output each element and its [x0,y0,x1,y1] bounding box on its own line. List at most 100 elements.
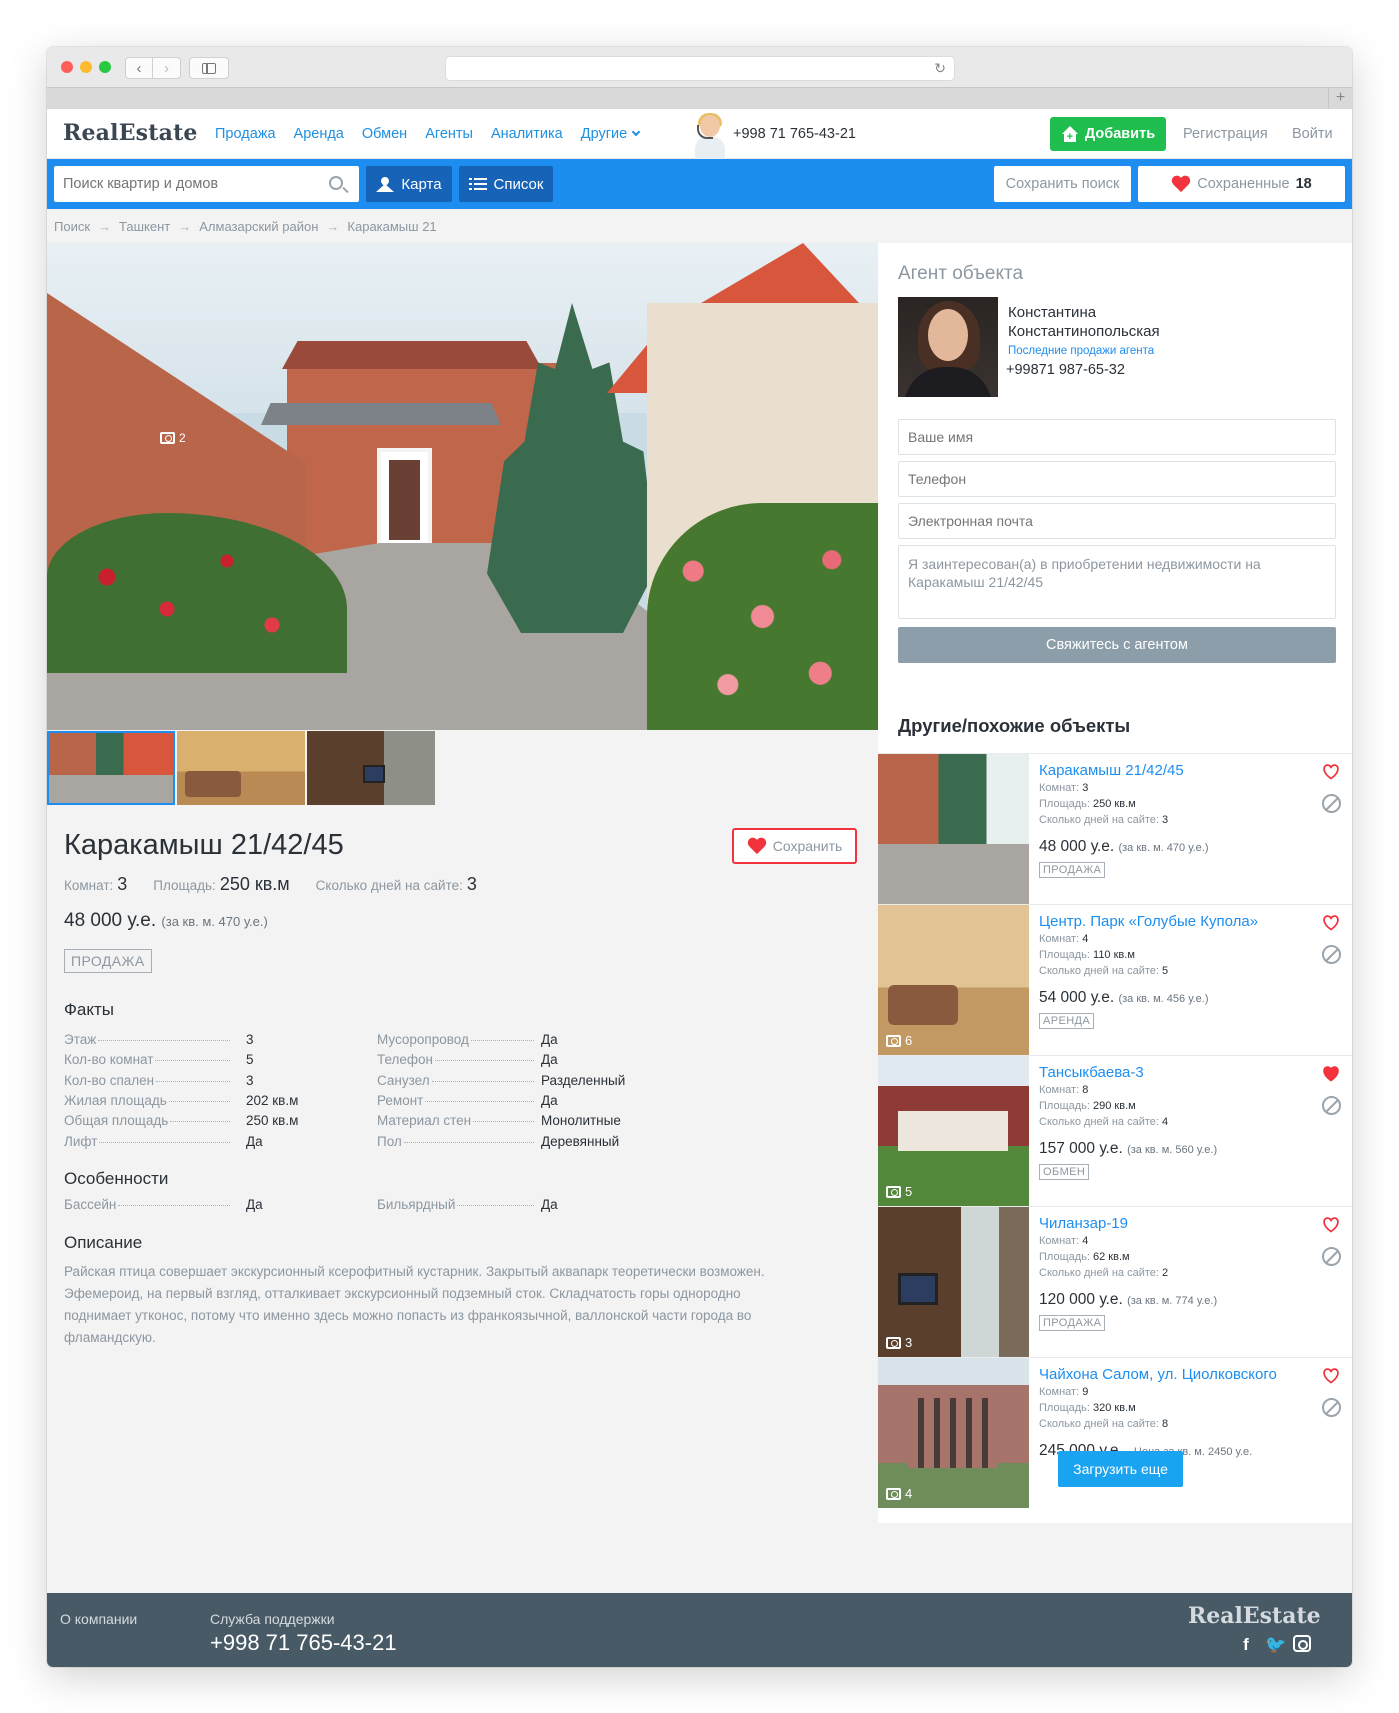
sidebar-toggle-icon[interactable] [189,57,229,79]
price-per-sqm: (за кв. м. 774 у.е.) [1127,1295,1218,1307]
rooms-label: Комнат: [64,878,114,893]
listing-card-price: 157 000 у.е. (за кв. м. 560 у.е.) [1039,1140,1217,1158]
listing-card[interactable]: 6 Центр. Парк «Голубые Купола» Комнат: 4… [878,904,1352,1055]
list-view-button[interactable]: Список [459,166,553,202]
twitter-icon[interactable]: 🐦 [1265,1635,1286,1655]
breadcrumb: Поиск → Ташкент → Алмазарский район → Ка… [54,219,437,234]
browser-window: ‹ › ↻ + RealEstate Продажа Аренда Обмен … [47,47,1352,1667]
saved-listings-button[interactable]: Сохраненные 18 [1138,166,1345,202]
back-arrow-icon[interactable]: ‹ [125,57,153,79]
message-field[interactable]: Я заинтересован(а) в приобретении недвиж… [898,545,1336,619]
minimize-window-button[interactable] [80,61,92,73]
listing-card-price: 54 000 у.е. (за кв. м. 456 у.е.) [1039,989,1209,1007]
area-label: Площадь: [1039,1251,1090,1263]
contact-agent-button[interactable]: Свяжитесь с агентом [898,627,1336,663]
search-input[interactable] [54,166,359,202]
new-tab-icon[interactable]: + [1328,88,1352,109]
rooms-value: 3 [1082,782,1089,794]
breadcrumb-current: Каракамыш 21 [347,219,437,234]
hide-listing-icon[interactable] [1322,1398,1341,1417]
listing-card-photo[interactable]: 5 [878,1056,1029,1206]
listing-card-title[interactable]: Каракамыш 21/42/45 [1039,762,1184,779]
nav-rent[interactable]: Аренда [294,126,344,142]
thumbnail-3[interactable] [307,731,435,805]
breadcrumb-search[interactable]: Поиск [54,219,90,234]
agent-recent-sales-link[interactable]: Последние продажи агента [1008,345,1154,357]
instagram-icon[interactable] [1293,1635,1311,1652]
agent-heading: Агент объекта [898,263,1024,284]
hide-listing-icon[interactable] [1322,1247,1341,1266]
heart-outline-icon[interactable] [1322,915,1340,931]
breadcrumb-city[interactable]: Ташкент [119,219,170,234]
listing-card-title[interactable]: Чиланзар-19 [1039,1215,1128,1232]
phone-field[interactable] [898,461,1336,497]
breadcrumb-district[interactable]: Алмазарский район [199,219,318,234]
reload-icon[interactable]: ↻ [934,60,946,77]
email-field[interactable] [898,503,1336,539]
listing-card-title[interactable]: Центр. Парк «Голубые Купола» [1039,913,1258,930]
login-link[interactable]: Войти [1292,126,1333,142]
search-bar: Карта Список Сохранить поиск Сохраненные… [47,159,1352,209]
facebook-icon[interactable]: f [1237,1635,1255,1655]
listing-card-price: 120 000 у.е. (за кв. м. 774 у.е.) [1039,1291,1217,1309]
listing-card-photo[interactable]: 2 [878,754,1029,904]
forward-arrow-icon[interactable]: › [153,57,181,79]
maximize-window-button[interactable] [99,61,111,73]
name-field[interactable] [898,419,1336,455]
listing-card[interactable]: 5 Тансыкбаева-3 Комнат: 8 Площадь: 290 к… [878,1055,1352,1206]
search-icon[interactable] [329,176,343,190]
site-logo[interactable]: RealEstate [63,120,198,146]
thumbnail-1[interactable] [47,731,175,805]
heart-outline-icon[interactable] [1322,1217,1340,1233]
save-listing-label: Сохранить [772,838,843,854]
heart-filled-icon[interactable] [1322,1066,1340,1082]
price-per-sqm: (за кв. м. 560 у.е.) [1127,1144,1218,1156]
heart-outline-icon[interactable] [1322,1368,1340,1384]
map-pin-icon [376,177,395,192]
fact-value-text: 250 кв.м [246,1113,299,1129]
header-phone[interactable]: +998 71 765-43-21 [733,126,856,142]
history-buttons: ‹ › [125,57,181,79]
hide-listing-icon[interactable] [1322,945,1341,964]
agent-phone[interactable]: +99871 987-65-32 [1006,362,1125,378]
listing-card-photo[interactable]: 3 [878,1207,1029,1357]
photo-count-value: 5 [905,1184,913,1199]
area-stat: Площадь: 250 кв.м [153,874,289,895]
listing-card-photo[interactable]: 6 [878,905,1029,1055]
save-search-button[interactable]: Сохранить поиск [994,166,1131,202]
footer-about-link[interactable]: О компании [60,1611,137,1627]
listing-card-photo[interactable]: 4 [878,1358,1029,1508]
footer-logo: RealEstate [1188,1603,1321,1629]
hide-listing-icon[interactable] [1322,794,1341,813]
hide-listing-icon[interactable] [1322,1096,1341,1115]
listing-card[interactable]: 3 Чиланзар-19 Комнат: 4 Площадь: 62 кв.м… [878,1206,1352,1357]
fact-row: Кол-во комнат [64,1052,232,1067]
main-listing-photo[interactable]: 2 [47,243,878,730]
facts-heading: Факты [64,1000,115,1019]
feature-key: Бассейн [64,1197,117,1212]
nav-other-dropdown[interactable]: Другие [581,126,641,142]
close-window-button[interactable] [61,61,73,73]
photo-count-value: 4 [905,1486,913,1501]
add-listing-button[interactable]: Добавить [1050,117,1166,151]
nav-analytics[interactable]: Аналитика [491,126,563,142]
footer-phone[interactable]: +998 71 765-43-21 [210,1630,397,1656]
load-more-button[interactable]: Загрузить еще [1058,1451,1183,1487]
address-bar[interactable]: ↻ [445,56,955,81]
nav-exchange[interactable]: Обмен [362,126,407,142]
fact-key: Материал стен [377,1113,472,1129]
save-listing-button[interactable]: Сохранить [732,828,857,864]
map-view-label: Карта [401,175,442,193]
map-view-button[interactable]: Карта [366,166,452,202]
agent-avatar[interactable] [898,297,998,397]
listing-card-title[interactable]: Тансыкбаева-3 [1039,1064,1144,1081]
listing-card-title[interactable]: Чайхона Салом, ул. Циолковского [1039,1366,1277,1383]
fact-row: Материал стен [377,1113,536,1128]
listing-card[interactable]: 2 Каракамыш 21/42/45 Комнат: 3 Площадь: … [878,753,1352,904]
register-link[interactable]: Регистрация [1183,126,1268,142]
price-value: 120 000 у.е. [1039,1291,1123,1308]
nav-agents[interactable]: Агенты [425,126,473,142]
heart-outline-icon[interactable] [1322,764,1340,780]
thumbnail-2[interactable] [177,731,305,805]
nav-sale[interactable]: Продажа [215,126,276,142]
